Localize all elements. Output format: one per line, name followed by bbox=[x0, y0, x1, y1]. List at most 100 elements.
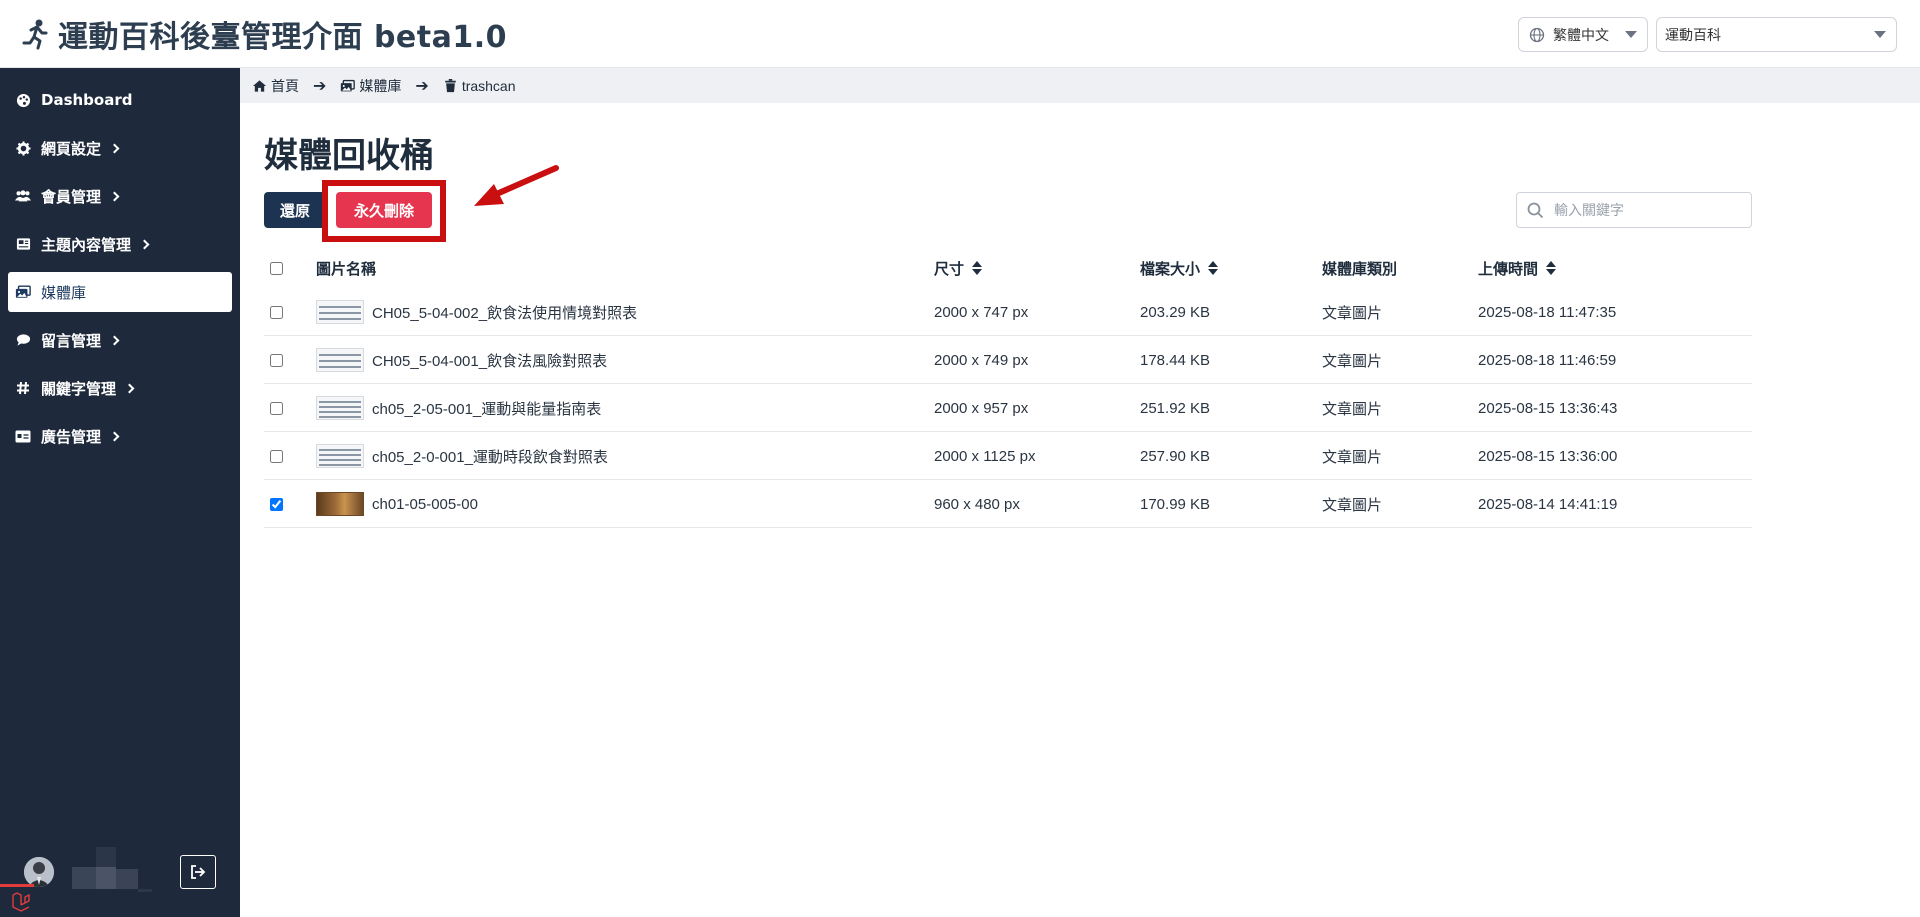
brand[interactable]: 運動百科後臺管理介面 beta1.0 bbox=[20, 12, 507, 56]
sidebar-item-ads[interactable]: 廣告管理 bbox=[8, 416, 232, 456]
header-filesize[interactable]: 檔案大小 bbox=[1140, 248, 1219, 288]
trash-icon bbox=[445, 78, 456, 92]
dimensions: 2000 x 747 px bbox=[934, 303, 1029, 321]
file-name: ch05_2-0-001_運動時段飲食對照表 bbox=[372, 448, 608, 466]
chevron-right-icon bbox=[109, 335, 120, 345]
breadcrumb-home[interactable]: 首頁 bbox=[252, 76, 299, 96]
header-name-label: 圖片名稱 bbox=[316, 259, 377, 278]
permanent-delete-button[interactable]: 永久刪除 bbox=[336, 192, 432, 228]
running-person-icon bbox=[22, 19, 48, 49]
sidebar-item-topic-content[interactable]: 主題內容管理 bbox=[8, 224, 232, 264]
sign-out-icon bbox=[191, 865, 206, 879]
restore-button[interactable]: 還原 bbox=[264, 192, 326, 228]
site-select[interactable]: 運動百科 bbox=[1656, 17, 1897, 52]
thumbnail-image[interactable] bbox=[316, 492, 364, 516]
category: 文章圖片 bbox=[1322, 400, 1383, 418]
ad-icon bbox=[15, 428, 31, 444]
row-checkbox[interactable] bbox=[270, 353, 283, 367]
chevron-right-icon bbox=[139, 239, 150, 249]
category: 文章圖片 bbox=[1322, 304, 1383, 322]
upload-time: 2025-08-15 13:36:00 bbox=[1478, 447, 1618, 465]
sort-icon bbox=[1208, 261, 1219, 275]
search-input[interactable] bbox=[1554, 202, 1734, 218]
sidebar-item-comments[interactable]: 留言管理 bbox=[8, 320, 232, 360]
palette-icon bbox=[15, 92, 31, 108]
user-area bbox=[0, 847, 240, 917]
sidebar-item-web-settings[interactable]: 網頁設定 bbox=[8, 128, 232, 168]
comment-icon bbox=[15, 332, 31, 348]
search-icon bbox=[1527, 202, 1544, 218]
sidebar-item-label: 留言管理 bbox=[41, 331, 102, 350]
sidebar-item-label: 會員管理 bbox=[41, 187, 102, 206]
gear-icon bbox=[15, 140, 31, 156]
thumbnail-image[interactable] bbox=[316, 348, 364, 372]
sidebar-item-label: 網頁設定 bbox=[41, 139, 102, 158]
sidebar-item-media-library[interactable]: 媒體庫 bbox=[8, 272, 232, 312]
chevron-down-icon bbox=[1625, 31, 1637, 38]
chevron-right-icon bbox=[124, 383, 135, 393]
main-content: 首頁 ➔ 媒體庫 ➔ trashcan 媒體回收桶 還原 永久刪除 圖片名稱 尺… bbox=[240, 68, 1920, 917]
sidebar-item-dashboard[interactable]: Dashboard bbox=[8, 80, 232, 120]
table-row[interactable]: ch05_2-05-001_運動與能量指南表 2000 x 957 px 251… bbox=[264, 384, 1752, 432]
select-all-cell bbox=[270, 248, 283, 288]
sidebar: Dashboard 網頁設定 會員管理 主題內容管理 媒體庫 留言管理 關鍵字管… bbox=[0, 68, 240, 917]
images-icon bbox=[341, 79, 356, 91]
table-row[interactable]: CH05_5-04-001_飲食法風險對照表 2000 x 749 px 178… bbox=[264, 336, 1752, 384]
dimensions: 2000 x 957 px bbox=[934, 399, 1029, 417]
chevron-down-icon bbox=[1874, 31, 1886, 38]
file-name: CH05_5-04-001_飲食法風險對照表 bbox=[372, 352, 608, 370]
breadcrumb-media[interactable]: 媒體庫 bbox=[340, 76, 401, 96]
header-filesize-label: 檔案大小 bbox=[1140, 259, 1201, 278]
file-size: 257.90 KB bbox=[1140, 447, 1211, 465]
dimensions: 2000 x 749 px bbox=[934, 351, 1029, 369]
upload-time: 2025-08-18 11:47:35 bbox=[1478, 303, 1617, 321]
sidebar-item-keywords[interactable]: 關鍵字管理 bbox=[8, 368, 232, 408]
avatar[interactable] bbox=[24, 857, 54, 887]
file-size: 170.99 KB bbox=[1140, 495, 1211, 513]
sidebar-item-label: 媒體庫 bbox=[41, 283, 87, 302]
upload-time: 2025-08-14 14:41:19 bbox=[1478, 495, 1618, 513]
header-size[interactable]: 尺寸 bbox=[934, 248, 983, 288]
header-size-label: 尺寸 bbox=[934, 259, 965, 278]
chevron-right-icon bbox=[109, 191, 120, 201]
row-checkbox[interactable] bbox=[270, 401, 283, 415]
language-select-value: 繁體中文 bbox=[1553, 26, 1609, 43]
site-select-value: 運動百科 bbox=[1665, 26, 1721, 43]
hashtag-icon bbox=[15, 380, 31, 396]
home-icon bbox=[252, 79, 267, 92]
header-uploaded[interactable]: 上傳時間 bbox=[1478, 248, 1557, 288]
dimensions: 960 x 480 px bbox=[934, 495, 1020, 513]
file-size: 203.29 KB bbox=[1140, 303, 1211, 321]
logout-button[interactable] bbox=[180, 855, 216, 889]
dimensions: 2000 x 1125 px bbox=[934, 447, 1036, 465]
language-select[interactable]: 繁體中文 bbox=[1518, 17, 1648, 52]
upload-time: 2025-08-15 13:36:43 bbox=[1478, 399, 1618, 417]
table-row[interactable]: ch05_2-0-001_運動時段飲食對照表 2000 x 1125 px 25… bbox=[264, 432, 1752, 480]
table-row[interactable]: ch01-05-005-00 960 x 480 px 170.99 KB 文章… bbox=[264, 480, 1752, 528]
chevron-right-icon bbox=[109, 143, 120, 153]
annotation-arrow-icon bbox=[474, 165, 559, 206]
sort-icon bbox=[972, 261, 983, 275]
row-checkbox[interactable] bbox=[270, 497, 283, 511]
thumbnail-image[interactable] bbox=[316, 444, 364, 468]
sidebar-item-members[interactable]: 會員管理 bbox=[8, 176, 232, 216]
app-title: 運動百科後臺管理介面 beta1.0 bbox=[58, 19, 507, 55]
top-header: 運動百科後臺管理介面 beta1.0 繁體中文 運動百科 bbox=[0, 0, 1920, 68]
breadcrumb-current: trashcan bbox=[443, 78, 516, 94]
thumbnail-image[interactable] bbox=[316, 300, 364, 324]
row-checkbox[interactable] bbox=[270, 305, 283, 319]
select-all-checkbox[interactable] bbox=[270, 261, 283, 275]
search-box[interactable] bbox=[1516, 192, 1752, 228]
table-row[interactable]: CH05_5-04-002_飲食法使用情境對照表 2000 x 747 px 2… bbox=[264, 288, 1752, 336]
thumbnail-image[interactable] bbox=[316, 396, 364, 420]
file-name: CH05_5-04-002_飲食法使用情境對照表 bbox=[372, 304, 638, 322]
newspaper-icon bbox=[15, 236, 31, 252]
laravel-logo-icon bbox=[12, 892, 30, 912]
sidebar-item-label: Dashboard bbox=[41, 91, 133, 109]
page-title: 媒體回收桶 bbox=[264, 136, 434, 176]
breadcrumb-home-label: 首頁 bbox=[271, 77, 299, 94]
header-name: 圖片名稱 bbox=[316, 248, 376, 288]
upload-time: 2025-08-18 11:46:59 bbox=[1478, 351, 1617, 369]
file-size: 178.44 KB bbox=[1140, 351, 1211, 369]
row-checkbox[interactable] bbox=[270, 449, 283, 463]
